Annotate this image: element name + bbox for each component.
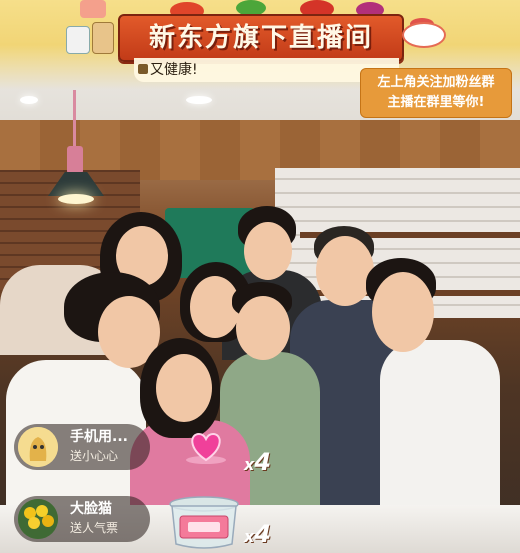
avatar[interactable]: [18, 427, 58, 467]
jar-icon: [80, 0, 106, 18]
gift-count-prefix: x: [244, 527, 255, 546]
gift-notification: 手机用... 送小心心: [14, 424, 150, 470]
notice-line-1: 左上角关注加粉丝群: [377, 75, 495, 90]
gift-count: x4: [244, 520, 271, 548]
lamp-glow: [58, 194, 94, 204]
lamp-cord: [73, 90, 76, 150]
info-icon: [138, 64, 148, 74]
jar-icon: [66, 26, 90, 54]
person-face: [372, 272, 434, 352]
avatar-cartoon-icon: [18, 427, 58, 467]
gift-count-value: 4: [254, 520, 272, 548]
avatar[interactable]: [18, 499, 58, 539]
follow-notice[interactable]: 左上角关注加粉丝群 主播在群里等你!: [360, 68, 512, 118]
person-face: [236, 296, 290, 360]
ceiling-light: [20, 96, 38, 104]
person-face: [316, 236, 374, 306]
tagline-text: 又健康!: [150, 62, 198, 78]
plate-icon: [402, 22, 446, 48]
person-body: [380, 340, 500, 510]
ticket-jar-icon: [169, 496, 239, 549]
gift-sender-name: 大脸猫: [70, 501, 112, 517]
person-face: [244, 222, 292, 280]
page-title: 新东方旗下直播间: [148, 23, 373, 53]
gift-count-prefix: x: [244, 455, 255, 474]
person-face: [156, 354, 212, 422]
avatar-flowers-icon: [18, 499, 58, 539]
gift-action: 送小心心: [70, 449, 119, 463]
lamp-cap: [67, 146, 83, 174]
notice-line-2: 主播在群里等你!: [387, 95, 485, 110]
title-banner: 新东方旗下直播间: [118, 14, 404, 62]
gift-sender-name: 手机用...: [70, 429, 128, 445]
gift-count: x4: [244, 448, 271, 476]
gift-count-value: 4: [254, 448, 272, 476]
jar-icon: [92, 22, 114, 54]
gift-action: 送人气票: [70, 521, 119, 535]
heart-icon: [186, 432, 226, 464]
gift-notification: 大脸猫 送人气票: [14, 496, 150, 542]
ceiling-light: [186, 96, 212, 104]
